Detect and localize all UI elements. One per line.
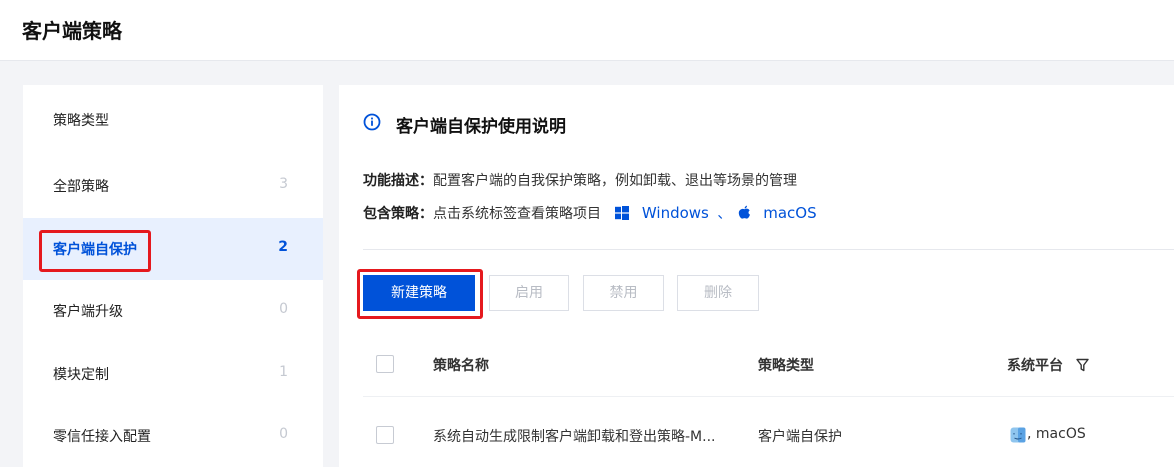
sidebar-item-label: 客户端升级 <box>53 304 123 320</box>
highlight-box-sidebar <box>39 230 151 272</box>
sidebar-item-count: 0 <box>279 301 288 317</box>
macos-finder-icon <box>1010 427 1026 443</box>
sidebar-item-count: 2 <box>278 239 288 255</box>
sidebar-item-label: 全部策略 <box>53 179 109 195</box>
table-header-divider <box>363 396 1174 397</box>
description-value: 配置客户端的自我保护策略，例如卸载、退出等场景的管理 <box>433 173 797 189</box>
section-divider <box>363 249 1174 250</box>
windows-icon <box>615 206 630 220</box>
policy-type-cell: 客户端自保护 <box>758 429 842 445</box>
disable-button[interactable]: 禁用 <box>583 275 664 311</box>
platform-cell-value: macOS <box>1035 426 1086 442</box>
sidebar-item-zero-trust[interactable]: 零信任接入配置 0 <box>23 405 323 467</box>
included-value: 点击系统标签查看策略项目 <box>433 206 601 222</box>
column-header-name: 策略名称 <box>433 358 489 374</box>
windows-link[interactable]: Windows <box>642 204 709 222</box>
sidebar-item-count: 0 <box>279 426 288 442</box>
column-header-platform: 系统平台 <box>1007 358 1063 374</box>
description-key: 功能描述： <box>363 173 433 189</box>
page-title: 客户端策略 <box>22 19 122 43</box>
page-header: 客户端策略 <box>0 0 1174 61</box>
policy-name-cell[interactable]: 系统自动生成限制客户端卸载和登出策略-M... <box>433 426 715 446</box>
delete-button[interactable]: 删除 <box>677 275 759 311</box>
included-policies-line: 包含策略：点击系统标签查看策略项目 Windows 、 macOS <box>363 203 817 223</box>
column-header-type: 策略类型 <box>758 358 814 374</box>
sidebar-item-count: 3 <box>279 176 288 192</box>
link-separator: 、 <box>717 206 732 222</box>
row-checkbox[interactable] <box>376 426 394 444</box>
platform-cell: , macOS <box>1027 426 1086 442</box>
sidebar-item-module-custom[interactable]: 模块定制 1 <box>23 343 323 405</box>
select-all-checkbox[interactable] <box>376 355 394 373</box>
sidebar-item-all[interactable]: 全部策略 3 <box>23 155 323 217</box>
sidebar-heading-label: 策略类型 <box>53 113 109 129</box>
sidebar-item-label: 模块定制 <box>53 367 109 383</box>
info-icon <box>363 113 381 131</box>
sidebar-heading: 策略类型 <box>23 89 323 151</box>
info-title: 客户端自保护使用说明 <box>396 117 566 137</box>
description-line: 功能描述：配置客户端的自我保护策略，例如卸载、退出等场景的管理 <box>363 170 797 190</box>
sidebar-item-upgrade[interactable]: 客户端升级 0 <box>23 280 323 342</box>
sidebar-item-count: 1 <box>279 364 288 380</box>
enable-button[interactable]: 启用 <box>489 275 569 311</box>
policy-type-sidebar: 策略类型 全部策略 3 客户端自保护 2 客户端升级 0 模块定制 1 零信任接… <box>23 85 323 467</box>
sidebar-item-label: 零信任接入配置 <box>53 429 151 445</box>
macos-link[interactable]: macOS <box>763 204 816 222</box>
apple-icon <box>738 205 751 220</box>
filter-icon[interactable] <box>1076 358 1089 372</box>
highlight-box-new-button <box>357 269 483 319</box>
included-key: 包含策略： <box>363 206 433 222</box>
